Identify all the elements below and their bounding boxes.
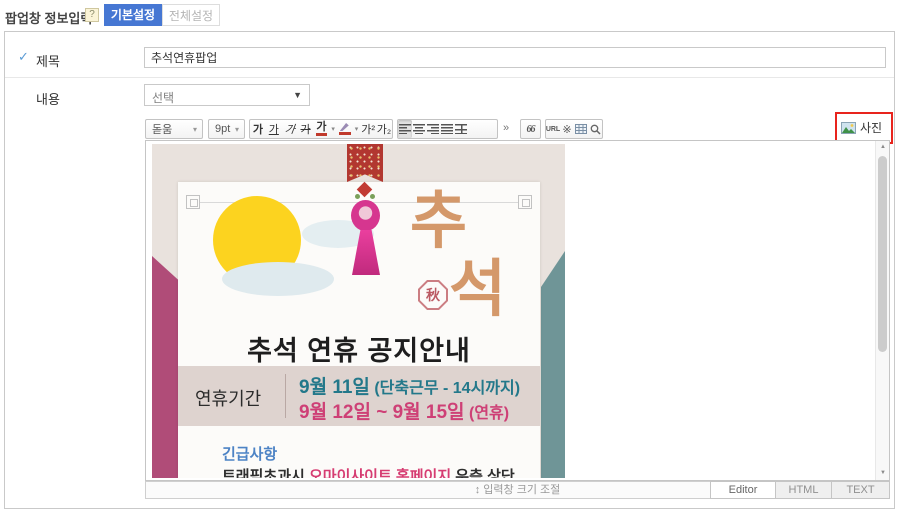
insert-photo-button[interactable]: 사진 [841,119,882,136]
italic-button[interactable]: 가 [280,120,298,138]
cloud-shape [222,262,334,296]
info-prefix: 트래픽초과시 [222,468,309,478]
subscript-button[interactable]: 가₂ [376,120,392,138]
info-highlight: 오마이사이트 홈페이지 [309,468,451,478]
align-justify-button[interactable] [440,120,454,138]
holiday-period-box: 연휴기간 9월 11일 (단축근무 - 14시까지) 9월 12일 ~ 9월 1… [178,366,540,426]
norigae-pom [351,200,380,231]
period-line-1-note: (단축근무 - 14시까지) [370,380,520,397]
period-line-1: 9월 11일 (단축근무 - 14시까지) [299,372,520,399]
popup-settings-page: 팝업창 정보입력 ? 기본설정 전체설정 ✓ 제목 내용 선택 ▼ 돋움 ▾ 9… [0,0,900,515]
align-button-group [397,119,498,139]
font-size-value: 9pt [209,123,235,135]
title-input[interactable] [144,47,886,68]
editor-content-area[interactable]: 추 석 秋 추석 연휴 공지안내 연휴기간 9월 11일 (단축근무 - 14시… [145,140,890,481]
period-line-2: 9월 12일 ~ 9월 15일 (연휴) [299,397,509,424]
quote-icon: 66 [527,124,535,135]
search-icon [590,124,601,135]
norigae-tassel-top [347,144,383,182]
row-divider [5,77,894,78]
urgent-label: 긴급사항 [222,443,277,464]
scrollbar-thumb[interactable] [878,156,887,352]
period-label: 연휴기간 [195,385,261,411]
underline-button[interactable]: 가 [266,120,282,138]
align-justify-icon [441,124,453,134]
line-height-button[interactable] [454,120,468,138]
link-button[interactable]: URL [546,120,560,138]
superscript-button[interactable]: 가² [360,120,376,138]
insert-photo-label: 사진 [860,119,882,136]
corner-ornament-icon [518,195,532,209]
help-icon[interactable]: ? [85,8,99,22]
highlight-color-caret-icon[interactable]: ▾ [353,125,360,133]
align-left-icon [399,124,411,134]
strikethrough-button[interactable]: 가 [298,120,314,138]
table-button[interactable] [574,120,588,138]
content-select[interactable]: 선택 ▼ [144,84,310,106]
align-center-button[interactable] [412,120,426,138]
editor-content-image[interactable]: 추 석 秋 추석 연휴 공지안내 연휴기간 9월 11일 (단축근무 - 14시… [152,144,565,478]
font-size-select[interactable]: 9pt ▾ [208,119,245,139]
font-color-button[interactable]: 가 [316,122,326,136]
search-button[interactable] [588,120,602,138]
rich-text-editor: 돋움 ▾ 9pt ▾ 가 가 가 가 가 ▾ ▾ [144,117,891,499]
period-line-1-date: 9월 11일 [299,377,370,398]
photo-icon [841,122,856,134]
autumn-stamp-char: 秋 [420,282,446,308]
urgent-info-line: 트래픽초과시 오마이사이트 홈페이지 우측 상단 [222,465,515,478]
editor-toolbar: 돋움 ▾ 9pt ▾ 가 가 가 가 가 ▾ ▾ [144,117,891,141]
editor-footer: ↕ 입력창 크기 조절 Editor HTML TEXT [145,481,890,499]
info-suffix: 우측 상단 [451,468,515,478]
chevron-down-icon: ▾ [235,125,244,134]
autumn-stamp: 秋 [418,280,448,310]
align-right-icon [427,124,439,134]
align-left-button[interactable] [398,120,412,138]
line-height-icon [455,124,467,134]
tab-basic-settings[interactable]: 기본설정 [104,4,162,26]
tab-text-mode[interactable]: TEXT [831,481,890,499]
calligraphy-char-2: 석 [449,258,506,320]
highlight-color-button[interactable] [337,120,353,138]
insert-button-group: URL ※ [545,119,603,139]
form-panel: ✓ 제목 내용 선택 ▼ 돋움 ▾ 9pt ▾ 가 가 [4,31,895,509]
period-divider [285,374,286,418]
font-color-caret-icon[interactable]: ▾ [329,125,336,133]
blockquote-button[interactable]: 66 [520,119,541,139]
chevron-down-icon: ▼ [293,90,302,100]
tab-editor-mode[interactable]: Editor [710,481,776,499]
tab-html-mode[interactable]: HTML [775,481,832,499]
align-right-button[interactable] [426,120,440,138]
tab-all-settings[interactable]: 전체설정 [162,4,220,26]
format-button-group: 가 가 가 가 가 ▾ ▾ 가² 가₂ [249,119,393,139]
special-char-button[interactable]: ※ [560,120,574,138]
norigae-bead [370,194,375,199]
chevron-down-icon: ▾ [193,125,202,134]
calligraphy-char-1: 추 [410,190,467,252]
page-title: 팝업창 정보입력 [5,8,92,27]
highlighter-pen-icon [339,123,351,135]
font-family-value: 돋움 [146,121,193,137]
scroll-down-icon[interactable]: ▼ [876,467,890,480]
editor-scrollbar[interactable]: ▲ ▼ [875,141,889,480]
title-row-label: 제목 [36,51,60,70]
required-check-icon: ✓ [18,49,29,65]
corner-ornament-icon [186,195,200,209]
bold-button[interactable]: 가 [250,120,266,138]
period-line-2-note: (연휴) [465,405,510,422]
scroll-up-icon[interactable]: ▲ [876,141,890,154]
more-tools-button[interactable]: » [503,122,509,134]
poster-right-ribbon [541,144,565,478]
content-row-label: 내용 [36,89,60,108]
table-icon [575,124,587,134]
norigae-bead [355,194,360,199]
align-center-icon [413,124,425,134]
period-line-2-date: 9월 12일 ~ 9월 15일 [299,402,465,423]
poster-headline: 추석 연휴 공지안내 [178,329,540,368]
font-family-select[interactable]: 돋움 ▾ [145,119,203,139]
content-select-value: 선택 [152,89,174,106]
